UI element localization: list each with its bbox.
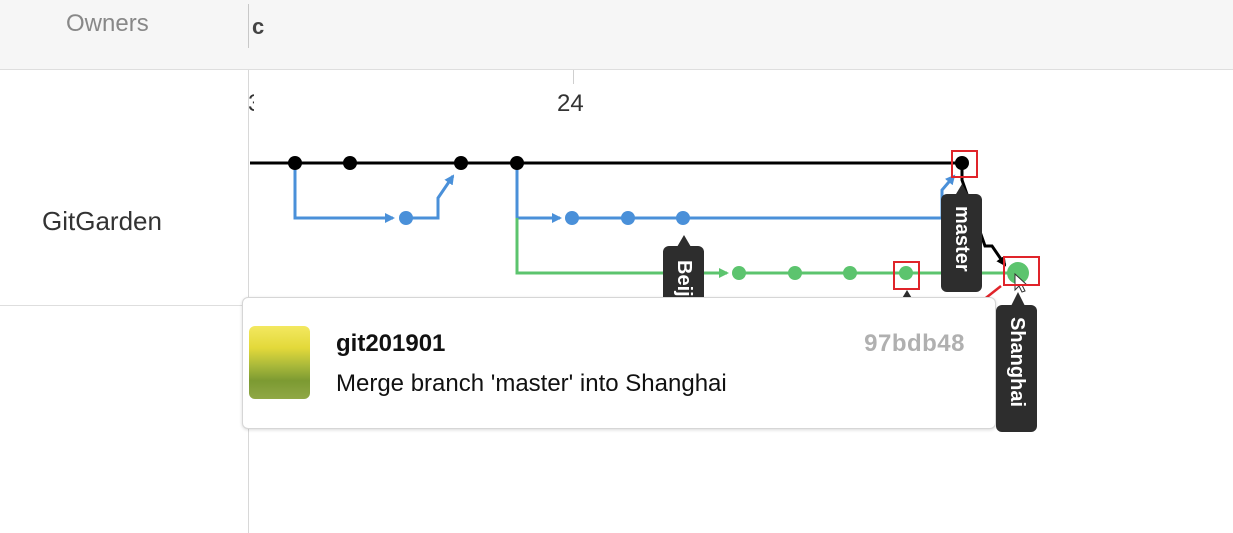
master-commit	[288, 156, 302, 170]
avatar	[249, 326, 310, 399]
beijing-commit	[621, 211, 635, 225]
master-commit	[343, 156, 357, 170]
branch-tag-shanghai[interactable]: Shanghai	[996, 305, 1037, 432]
highlight-box	[893, 261, 920, 290]
shanghai-commit	[732, 266, 746, 280]
commit-message: Merge branch 'master' into Shanghai	[336, 370, 727, 397]
commit-hash[interactable]: 97bdb48	[864, 330, 965, 358]
commit-graph	[250, 156, 1029, 314]
highlight-box	[1003, 256, 1040, 286]
commit-author: git201901	[336, 330, 446, 357]
shanghai-commit	[843, 266, 857, 280]
branch-tag-pointer	[1011, 292, 1025, 306]
beijing-commit	[565, 211, 579, 225]
highlight-box	[951, 150, 978, 178]
master-commit	[454, 156, 468, 170]
master-commit	[510, 156, 524, 170]
beijing-merge-line	[406, 174, 455, 220]
beijing-commit	[399, 211, 413, 225]
commit-tooltip: git201901 Merge branch 'master' into Sha…	[242, 297, 996, 429]
beijing-commit	[676, 211, 690, 225]
shanghai-commit	[788, 266, 802, 280]
beijing-branch-line	[293, 163, 395, 223]
branch-tag-master[interactable]: master	[941, 184, 982, 292]
branch-tag-beijing[interactable]: Beijing	[663, 246, 704, 300]
beijing-branch-line	[515, 163, 562, 223]
